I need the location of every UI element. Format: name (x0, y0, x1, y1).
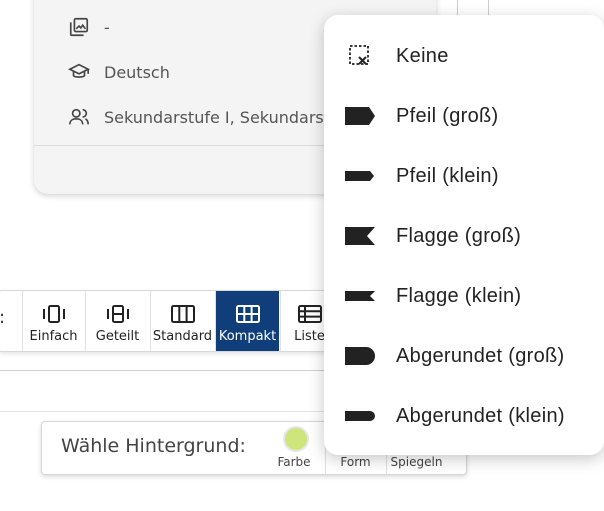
view-button-label: Geteilt (95, 329, 140, 344)
info-media-text: - (104, 17, 110, 37)
menu-item-label: Abgerundet (groß) (396, 344, 565, 367)
view-button-geteilt[interactable]: Geteilt (85, 291, 149, 351)
menu-item-label: Abgerundet (klein) (396, 404, 565, 427)
view-button-kompakt[interactable]: Kompakt (215, 291, 279, 351)
menu-item-label: Flagge (klein) (396, 284, 522, 307)
rounded-small-icon (345, 411, 375, 421)
grid-icon (235, 305, 260, 323)
view-button-einfach[interactable]: Einfach (22, 291, 84, 351)
background-label: Wähle Hintergrund: (61, 435, 246, 457)
section-divider (0, 411, 335, 412)
info-row-subject: Deutsch (68, 61, 170, 83)
list-icon (297, 305, 322, 323)
background-tool-label: Farbe (277, 455, 311, 469)
split-card-icon (106, 305, 129, 323)
view-button-label: Einfach (29, 329, 78, 344)
color-dot-icon (283, 426, 309, 452)
menu-item-pfeil-gross[interactable]: Pfeil (groß) (324, 86, 604, 146)
toolbar-colon: : (0, 307, 5, 328)
menu-item-abgerundet-klein[interactable]: Abgerundet (klein) (324, 386, 604, 446)
background-tool-label: Form (340, 455, 371, 469)
arrow-small-icon (345, 171, 374, 181)
single-card-icon (42, 305, 65, 323)
flag-small-icon (345, 291, 375, 301)
none-icon (349, 45, 369, 65)
section-divider (0, 370, 335, 371)
menu-item-label: Pfeil (groß) (396, 104, 499, 127)
graduation-cap-icon (68, 63, 90, 78)
image-stack-icon (69, 17, 89, 37)
view-button-standard[interactable]: Standard (150, 291, 214, 351)
arrow-large-icon (345, 107, 375, 125)
menu-item-flagge-gross[interactable]: Flagge (groß) (324, 206, 604, 266)
menu-item-keine[interactable]: Keine (324, 26, 604, 86)
menu-item-abgerundet-gross[interactable]: Abgerundet (groß) (324, 326, 604, 386)
menu-item-pfeil-klein[interactable]: Pfeil (klein) (324, 146, 604, 206)
view-button-label: Standard (152, 329, 213, 344)
menu-item-label: Keine (396, 44, 449, 67)
rounded-large-icon (345, 347, 375, 365)
info-subject-text: Deutsch (104, 62, 170, 82)
view-mode-toolbar: : Einfach Geteilt Standard Kompakt (0, 290, 340, 352)
columns-icon (170, 305, 195, 323)
info-row-media: - (68, 16, 110, 38)
menu-item-flagge-klein[interactable]: Flagge (klein) (324, 266, 604, 326)
background-tool-label: Spiegeln (390, 455, 443, 469)
menu-item-label: Flagge (groß) (396, 224, 522, 247)
view-button-label: Kompakt (218, 329, 277, 344)
menu-item-label: Pfeil (klein) (396, 164, 499, 187)
flag-large-icon (345, 227, 375, 245)
view-button-label: Liste (294, 329, 325, 344)
background-color-button[interactable]: Farbe (264, 422, 324, 474)
shape-dropdown-menu: Keine Pfeil (groß) Pfeil (klein) Flagge … (324, 15, 604, 455)
users-icon (69, 108, 89, 125)
